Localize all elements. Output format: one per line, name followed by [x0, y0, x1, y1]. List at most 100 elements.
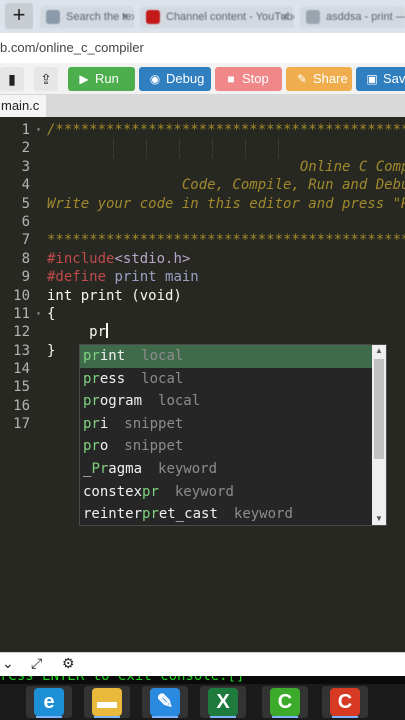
save-button[interactable]: ▣ Save — [356, 67, 405, 91]
line-number: 14 — [13, 361, 30, 378]
completion-type: local — [158, 393, 201, 410]
completion-text: Pr — [91, 460, 109, 477]
line-number: 4 — [21, 177, 30, 194]
expand-icon[interactable]: ⤢ — [31, 655, 42, 672]
fold-arrow-icon[interactable]: ▾ — [36, 305, 41, 323]
macro-definition: print main — [106, 269, 199, 286]
browser-tab-label: asddsa - print — C — [326, 11, 405, 23]
taskbar-app[interactable]: ▬ — [84, 686, 130, 718]
stop-button[interactable]: ■ Stop — [215, 67, 282, 91]
tab-close-icon[interactable]: × — [282, 6, 288, 28]
save-icon: ▣ — [366, 72, 378, 86]
completion-type: keyword — [233, 506, 293, 523]
file-explorer-icon: ▬ — [92, 688, 122, 716]
run-button[interactable]: ▶ Run — [68, 67, 135, 91]
completion-text: pr — [83, 438, 100, 455]
taskbar-app[interactable]: X — [200, 686, 246, 718]
tab-main-c[interactable]: main.c — [0, 95, 46, 117]
popup-scrollbar[interactable]: ▲ ▼ — [372, 345, 386, 525]
fold-arrow-icon[interactable]: ▾ — [36, 121, 41, 139]
line-number: 1 ▾ — [21, 121, 41, 139]
run-label: Run — [95, 71, 119, 86]
code-line: Code, Compile, Run and Debug C program o… — [181, 177, 405, 194]
browser-tab[interactable]: asddsa - print — C — [300, 6, 405, 28]
autocomplete-item[interactable]: _Pragma keyword — [80, 458, 386, 481]
completion-text: pr — [83, 393, 100, 410]
preprocessor-directive: #define — [47, 269, 107, 286]
line-number: 13 — [13, 342, 30, 359]
autocomplete-list: print local press local program local pri snipp… — [80, 345, 386, 525]
code-line: ****************************************… — [47, 232, 405, 249]
line-number: 7 — [21, 232, 30, 249]
camtasia-green-icon: C — [270, 688, 300, 716]
debug-button[interactable]: ◉ Debug — [139, 67, 211, 91]
code-area[interactable]: /***************************************… — [47, 121, 405, 360]
stop-label: Stop — [242, 71, 269, 86]
taskbar-app[interactable]: ✎ — [142, 686, 188, 718]
file-icon[interactable]: ▮ — [0, 67, 24, 91]
code-line — [47, 139, 405, 158]
typed-text: pr — [47, 324, 107, 341]
tab-close-icon[interactable]: × — [122, 6, 128, 28]
scroll-down-icon[interactable]: ▼ — [372, 513, 386, 525]
windows-taskbar: e ▬ ✎ X C C — [0, 684, 405, 720]
text-cursor — [106, 323, 109, 339]
code-line: /***************************************… — [47, 122, 405, 138]
code-line: #include<stdio.h> — [47, 250, 405, 268]
autocomplete-item[interactable]: program local — [80, 390, 386, 413]
line-number: 16 — [13, 397, 30, 414]
line-number: 12 — [13, 324, 30, 341]
completion-text: reinter — [83, 506, 143, 523]
completion-type: snippet — [124, 438, 184, 455]
play-icon: ▶ — [79, 72, 89, 86]
autocomplete-item[interactable]: constexpr keyword — [80, 481, 386, 504]
code-line: Write your code in this editor and press… — [47, 195, 405, 212]
new-tab-button[interactable]: + — [5, 3, 33, 29]
settings-icon[interactable]: ⚙ — [62, 655, 75, 672]
line-number: 8 — [21, 250, 30, 267]
running-indicator — [272, 716, 298, 718]
line-number: 3 — [21, 158, 30, 175]
url-text[interactable]: b.com/online_c_compiler — [0, 40, 144, 55]
autocomplete-item[interactable]: pro snippet — [80, 435, 386, 458]
taskbar-app[interactable]: C — [322, 686, 368, 718]
running-indicator — [94, 716, 120, 718]
autocomplete-item[interactable]: print local — [80, 345, 386, 368]
completion-text: pr — [83, 370, 100, 387]
browser-tab-strip: + Search the text — G × Channel content … — [0, 0, 405, 33]
edge-icon: e — [34, 688, 64, 716]
console-toolbar: ⌄ ⤢ ⚙ — [0, 652, 405, 676]
code-line: #define print main — [47, 268, 405, 286]
completion-text: agma — [108, 460, 143, 477]
autocomplete-popup[interactable]: print local press local program local pri snipp… — [79, 344, 387, 526]
share-label: Share — [313, 71, 348, 86]
scrollbar-thumb[interactable] — [374, 359, 384, 459]
running-indicator — [36, 716, 62, 718]
autocomplete-item[interactable]: press local — [80, 368, 386, 391]
browser-tab[interactable]: Channel content - YouTube × — [140, 6, 294, 28]
tab-favicon-icon — [306, 10, 320, 24]
autocomplete-item[interactable]: reinterpret_cast keyword — [80, 503, 386, 525]
taskbar-app[interactable]: e — [26, 686, 72, 718]
collapse-icon[interactable]: ⌄ — [2, 655, 14, 672]
scroll-up-icon[interactable]: ▲ — [372, 345, 386, 357]
share-button[interactable]: ✎ Share — [286, 67, 352, 91]
code-line: Online C Compiler — [47, 158, 405, 175]
completion-type: keyword — [158, 460, 218, 477]
autocomplete-item[interactable]: pri snippet — [80, 413, 386, 436]
completion-text: ogram — [99, 393, 143, 410]
excel-icon: X — [208, 688, 238, 716]
console-text: ress ENTER to exit console.[] — [0, 676, 245, 684]
browser-tab[interactable]: Search the text — G × — [40, 6, 134, 28]
share-icon: ✎ — [296, 72, 308, 86]
completion-text: o — [99, 438, 109, 455]
upload-icon[interactable]: ⇪ — [34, 67, 58, 91]
ide-toolbar: ▮ ⇪ ▶ Run ◉ Debug ■ Stop ✎ Share ▣ Save — [0, 63, 405, 95]
line-number-gutter: 1 ▾ 2 3 4 5 6 7 8 9 10 11 ▾ 12 13 14 15 16 17 — [0, 121, 42, 434]
address-bar[interactable]: b.com/online_c_compiler — [0, 33, 405, 63]
completion-text: pr — [83, 348, 100, 364]
taskbar-app[interactable]: C — [262, 686, 308, 718]
pen-app-icon: ✎ — [150, 688, 180, 716]
completion-text: constex — [83, 483, 143, 500]
